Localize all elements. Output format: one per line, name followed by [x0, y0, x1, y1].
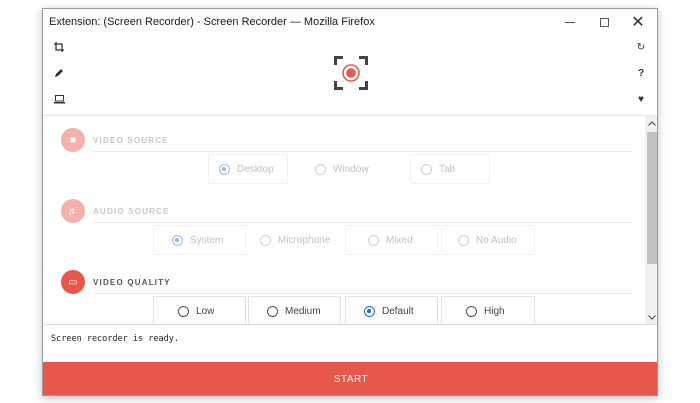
radio-icon	[466, 305, 477, 317]
close-icon: ✕	[631, 14, 645, 31]
video-quality-default[interactable]: Default	[345, 296, 438, 324]
heart-icon[interactable]: ♥	[633, 91, 649, 107]
video-source-window[interactable]: Window	[305, 154, 385, 184]
video-quality-medium[interactable]: Medium	[248, 296, 341, 324]
crop-icon-svg	[54, 42, 64, 52]
radio-icon	[172, 234, 183, 246]
radio-icon	[178, 305, 189, 317]
laptop-icon-svg	[53, 94, 65, 103]
laptop-icon[interactable]	[51, 91, 67, 107]
video-source-label: VIDEO SOURCE	[93, 136, 169, 145]
frame-corner-tl	[334, 56, 343, 65]
music-note-glyph: ♬	[68, 205, 78, 217]
window-title: Extension: (Screen Recorder) - Screen Re…	[49, 16, 375, 28]
start-button-label: START	[333, 374, 369, 385]
vertical-scrollbar[interactable]	[645, 116, 657, 324]
option-label: Default	[382, 305, 414, 317]
video-source-tab[interactable]: Tab	[410, 154, 490, 184]
pencil-icon-svg	[55, 69, 63, 77]
radio-icon	[364, 305, 375, 317]
radio-icon	[421, 163, 432, 175]
status-divider	[43, 324, 657, 325]
option-label: Microphone	[278, 234, 331, 246]
heart-glyph: ♥	[638, 93, 644, 105]
option-label: Low	[196, 305, 215, 317]
scroll-up-icon[interactable]	[645, 116, 657, 130]
record-dot-icon	[343, 65, 359, 81]
close-button[interactable]: ✕	[621, 9, 655, 35]
minimize-button[interactable]	[553, 9, 587, 35]
refresh-glyph: ↻	[636, 41, 646, 53]
section-divider	[93, 293, 633, 294]
record-logo-icon	[334, 56, 368, 90]
option-label: Window	[333, 163, 369, 175]
video-camera-icon: ■	[61, 128, 85, 152]
option-label: No Audio	[476, 234, 517, 246]
radio-icon	[458, 234, 469, 246]
radio-icon	[260, 234, 271, 246]
scroll-down-icon[interactable]	[645, 310, 657, 324]
monitor-icon: ▭	[61, 270, 85, 294]
option-label: High	[484, 305, 505, 317]
pencil-icon[interactable]	[51, 65, 67, 81]
settings-panel: ■ VIDEO SOURCE Desktop Window Tab ♬ AUDI…	[43, 116, 657, 324]
radio-icon	[219, 163, 230, 175]
monitor-glyph: ▭	[68, 276, 78, 288]
video-quality-label: VIDEO QUALITY	[93, 278, 171, 287]
radio-icon	[315, 163, 326, 175]
radio-icon	[267, 305, 278, 317]
audio-source-system[interactable]: System	[153, 225, 246, 255]
chevron-up-icon	[648, 120, 656, 126]
option-label: Medium	[285, 305, 321, 317]
frame-corner-tr	[359, 56, 368, 65]
option-label: Mixed	[386, 234, 413, 246]
help-glyph: ?	[637, 67, 645, 79]
music-note-icon: ♬	[61, 199, 85, 223]
help-icon[interactable]: ?	[633, 65, 649, 81]
section-divider	[93, 222, 633, 223]
frame-corner-br	[359, 81, 368, 90]
option-label: System	[190, 234, 224, 246]
status-text: Screen recorder is ready.	[51, 334, 179, 344]
maximize-button[interactable]	[587, 9, 621, 35]
minimize-icon	[565, 21, 575, 23]
video-camera-glyph: ■	[69, 134, 77, 146]
chevron-down-icon	[648, 314, 656, 320]
scrollbar-thumb[interactable]	[647, 132, 657, 264]
video-quality-low[interactable]: Low	[153, 296, 246, 324]
section-divider	[93, 151, 633, 152]
crop-icon[interactable]	[51, 39, 67, 55]
start-button[interactable]: START	[43, 362, 657, 395]
extension-window: Extension: (Screen Recorder) - Screen Re…	[42, 8, 658, 396]
option-label: Desktop	[237, 163, 274, 175]
maximize-icon	[599, 17, 609, 27]
frame-corner-bl	[334, 81, 343, 90]
refresh-icon[interactable]: ↻	[633, 39, 649, 55]
audio-source-microphone[interactable]: Microphone	[248, 225, 341, 255]
radio-icon	[368, 234, 379, 246]
video-quality-high[interactable]: High	[441, 296, 535, 324]
option-label: Tab	[439, 163, 456, 175]
video-source-desktop[interactable]: Desktop	[208, 154, 288, 184]
audio-source-label: AUDIO SOURCE	[93, 207, 170, 216]
audio-source-no-audio[interactable]: No Audio	[441, 225, 535, 255]
audio-source-mixed[interactable]: Mixed	[345, 225, 438, 255]
